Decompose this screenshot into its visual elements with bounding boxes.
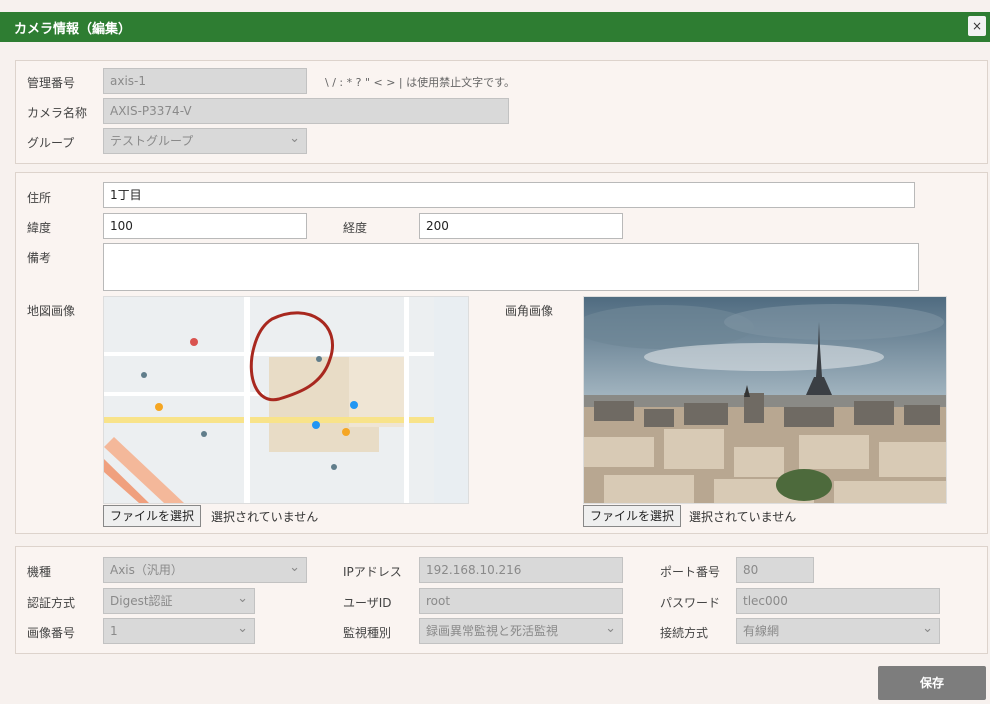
latitude-field[interactable]: 100 bbox=[103, 213, 307, 239]
password-label: パスワード bbox=[660, 596, 721, 610]
user-label: ユーザID bbox=[343, 596, 392, 610]
dialog-title-bar: カメラ情報（編集） × bbox=[0, 12, 990, 42]
view-image-label: 画角画像 bbox=[505, 304, 554, 318]
longitude-label: 経度 bbox=[343, 221, 368, 235]
address-label: 住所 bbox=[27, 191, 52, 205]
map-image-label: 地図画像 bbox=[27, 304, 76, 318]
map-file-status: 選択されていません bbox=[211, 510, 319, 524]
dialog-title: カメラ情報（編集） bbox=[14, 22, 132, 37]
view-file-status: 選択されていません bbox=[689, 510, 797, 524]
save-button[interactable]: 保存 bbox=[878, 666, 986, 700]
view-image bbox=[583, 296, 947, 504]
camera-name-field[interactable]: AXIS-P3374-V bbox=[103, 98, 509, 124]
screen-no-label: 画像番号 bbox=[27, 626, 76, 640]
group-label: グループ bbox=[27, 136, 75, 150]
notes-textarea[interactable] bbox=[103, 243, 919, 291]
model-label: 機種 bbox=[27, 565, 52, 579]
auth-label: 認証方式 bbox=[27, 596, 76, 610]
monitor-label: 監視種別 bbox=[343, 626, 392, 640]
group-select[interactable]: テストグループ bbox=[103, 128, 307, 154]
longitude-field[interactable]: 200 bbox=[419, 213, 623, 239]
user-field[interactable]: root bbox=[419, 588, 623, 614]
map-image bbox=[103, 296, 469, 504]
password-field[interactable]: tlec000 bbox=[736, 588, 940, 614]
address-field[interactable]: 1丁目 bbox=[103, 182, 915, 208]
port-field[interactable]: 80 bbox=[736, 557, 814, 583]
auth-select[interactable]: Digest認証 bbox=[103, 588, 255, 614]
monitor-select[interactable]: 録画異常監視と死活監視 bbox=[419, 618, 623, 644]
management-no-field[interactable]: axis-1 bbox=[103, 68, 307, 94]
port-label: ポート番号 bbox=[660, 565, 721, 579]
notes-label: 備考 bbox=[27, 251, 52, 265]
ip-label: IPアドレス bbox=[343, 565, 402, 579]
model-select[interactable]: Axis（汎用） bbox=[103, 557, 307, 583]
management-no-label: 管理番号 bbox=[27, 76, 76, 90]
view-file-button[interactable]: ファイルを選択 bbox=[583, 505, 682, 527]
management-no-hint: \ / : * ? " < > | は使用禁止文字です。 bbox=[325, 76, 516, 89]
screen-no-select[interactable]: 1 bbox=[103, 618, 255, 644]
camera-name-label: カメラ名称 bbox=[27, 106, 88, 120]
map-file-button[interactable]: ファイルを選択 bbox=[103, 505, 202, 527]
connection-label: 接続方式 bbox=[660, 626, 709, 640]
latitude-label: 緯度 bbox=[27, 221, 52, 235]
ip-field[interactable]: 192.168.10.216 bbox=[419, 557, 623, 583]
connection-select[interactable]: 有線網 bbox=[736, 618, 940, 644]
close-icon[interactable]: × bbox=[968, 16, 986, 36]
city-photo-illustration bbox=[584, 297, 946, 503]
map-illustration bbox=[104, 297, 468, 503]
